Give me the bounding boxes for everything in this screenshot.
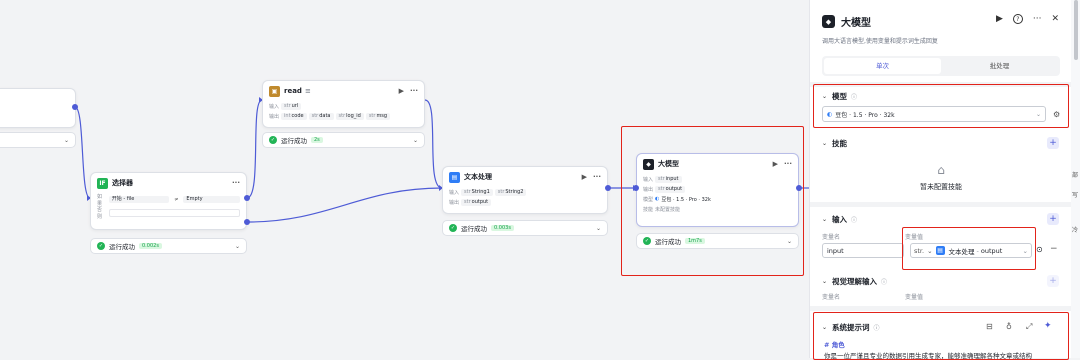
model-highlight [813,84,1069,128]
chevron-down-icon[interactable]: ⌄ [822,278,827,285]
input-section-header[interactable]: ⌄ 输入 ⓘ [822,214,857,225]
input-chip: strurl [281,102,302,110]
check-icon: ✓ [449,224,457,232]
read-status[interactable]: ✓ 运行成功 2s ⌄ [262,132,425,148]
chevron-down-icon[interactable]: ⌄ [235,243,240,250]
chevron-down-icon[interactable]: ⌄ [64,137,69,144]
output-port[interactable] [605,185,611,191]
tab-single[interactable]: 单次 [824,58,941,74]
llm-node-highlight [621,126,804,276]
output-row: 输出 intcode strdata strlog_id strmsg [263,111,424,121]
llm-icon: ◆ [822,15,835,28]
add-skill-button[interactable]: + [1047,137,1059,149]
panel-title: 大模型 [841,18,871,29]
output-chip: intcode [281,112,307,120]
if-icon: IF [97,177,108,189]
info-icon: ⓘ [881,279,888,286]
input-row: 输入 strurl [263,101,424,111]
skills-section-header[interactable]: ⌄ 技能 [822,138,847,149]
system-prompt-highlight [813,312,1069,360]
edge-left-to-selector [74,106,91,199]
check-icon: ✓ [269,136,277,144]
panel-description: 调用大语言模型,使用变量和提示词生成回复 [822,38,938,45]
output-row: 输出 stroutput [443,197,607,207]
left-partial-node[interactable] [0,88,76,128]
mode-tabs: 单次 批处理 [822,56,1060,76]
selector-node[interactable]: IF 选择器 ··· 如果 开始 - file ≠ Empty 否则 [90,172,247,230]
run-icon[interactable]: ▶ [399,87,404,95]
condition-row: 如果 开始 - file ≠ Empty [91,193,246,207]
add-vision-input-button[interactable]: + [1047,275,1059,287]
output-port[interactable] [72,104,78,110]
chevron-down-icon[interactable]: ⌄ [596,225,601,232]
else-port[interactable] [244,219,250,225]
node-title: 文本处理 [464,173,492,181]
info-icon: ⊙ [1036,245,1043,254]
more-icon[interactable]: ··· [1033,14,1042,24]
input-chip: strString2 [494,188,527,196]
info-icon: ⓘ [851,217,858,224]
input-row: 输入 strString1 strString2 [443,187,607,197]
if-port[interactable] [244,195,250,201]
run-icon[interactable]: ▶ [582,173,587,181]
tab-batch[interactable]: 批处理 [941,58,1058,74]
add-input-button[interactable]: + [1047,213,1059,225]
empty-box-icon: ⌂ [937,163,945,177]
node-title: 选择器 [112,179,133,187]
close-icon[interactable]: ✕ [1051,14,1059,24]
else-row: 否则 [91,206,246,220]
list-mark-icon: ≡ [304,87,311,95]
input-name-field[interactable]: input [822,243,904,258]
output-chip: strdata [308,112,334,120]
chevron-down-icon[interactable]: ⌄ [413,137,418,144]
input-chip: strString1 [461,188,493,196]
text-icon: ▤ [449,171,460,183]
help-icon[interactable]: ? [1012,14,1023,24]
text-process-status[interactable]: ✓ 运行成功 0.003s ⌄ [442,220,608,236]
plugin-icon: ▣ [269,85,280,97]
input-highlight [902,227,1036,270]
check-icon: ✓ [97,242,105,250]
output-chip: strlog_id [335,112,364,120]
edge-selector-to-read [246,99,263,199]
llm-config-panel: ◆ 大模型 ▶ ? ··· ✕ 调用大语言模型,使用变量和提示词生成回复 单次 … [809,0,1072,360]
panel-scrollbar[interactable] [1074,0,1078,60]
more-icon[interactable]: ··· [232,179,240,187]
read-node[interactable]: ▣ read ≡ ▶ ··· 输入 strurl 输出 intcode strd… [262,80,425,128]
output-chip: stroutput [461,198,492,206]
text-process-node[interactable]: ▤ 文本处理 ▶ ··· 输入 strString1 strString2 输出… [442,166,608,214]
left-partial-status[interactable]: ⌄ [0,132,76,148]
edge-read-to-text [424,99,443,189]
edge-selector-to-text [246,187,443,223]
remove-input-button[interactable]: − [1050,244,1058,254]
chevron-down-icon[interactable]: ⌄ [822,140,827,147]
more-icon[interactable]: ··· [410,87,418,95]
run-icon[interactable]: ▶ [996,14,1003,24]
chevron-down-icon[interactable]: ⌄ [822,216,827,223]
skills-empty-text: 暂未配置技能 [920,183,962,191]
selector-status[interactable]: ✓ 运行成功 0.002s ⌄ [90,238,247,254]
node-title: read [284,87,302,95]
more-icon[interactable]: ··· [593,173,601,181]
output-chip: strmsg [365,112,391,120]
vision-section-header[interactable]: ⌄ 视觉理解输入 ⓘ [822,276,887,287]
